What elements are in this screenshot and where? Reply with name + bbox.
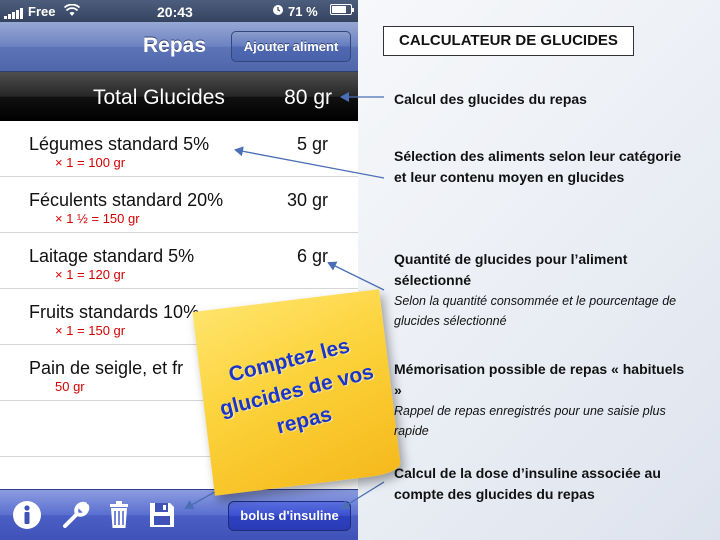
signal-icon: [4, 4, 24, 19]
food-row[interactable]: Laitage standard 5% × 1 = 120 gr 6 gr: [0, 233, 358, 289]
food-carbs: 5 gr: [296, 134, 328, 154]
total-carbs-bar: Total Glucides 80 gr: [0, 72, 358, 121]
battery-icon: [330, 4, 354, 15]
sticky-note-text: Comptez les glucides de vos repas: [200, 324, 393, 457]
food-quantity: × 1 = 100 gr: [55, 155, 126, 170]
food-quantity: × 1 = 120 gr: [55, 267, 126, 282]
annotation-bolus: Calcul de la dose d’insuline associée au…: [394, 463, 704, 505]
food-name: Laitage standard 5%: [29, 246, 195, 266]
bottom-toolbar: bolus d'insuline: [0, 489, 358, 540]
food-row[interactable]: Légumes standard 5% × 1 = 100 gr 5 gr: [0, 121, 358, 177]
food-carbs: 30 gr: [286, 190, 328, 210]
slide-title: CALCULATEUR DE GLUCIDES: [383, 26, 634, 56]
food-name: Pain de seigle, et fr: [29, 358, 184, 378]
total-carbs-label: Total Glucides: [93, 86, 225, 109]
food-quantity: × 1 = 150 gr: [55, 323, 126, 338]
clock-time: 20:43: [157, 4, 193, 20]
annotation-selection: Sélection des aliments selon leur catégo…: [394, 146, 694, 188]
food-quantity: 50 gr: [55, 379, 85, 394]
food-name: Féculents standard 20%: [29, 190, 224, 210]
info-icon[interactable]: [11, 499, 43, 531]
total-carbs-value: 80 gr: [284, 86, 332, 109]
annotation-heading: Mémorisation possible de repas « habitue…: [394, 361, 685, 398]
save-icon[interactable]: [146, 499, 178, 531]
annotation-heading: Calcul des glucides du repas: [394, 91, 587, 107]
wrench-icon[interactable]: [60, 499, 92, 531]
annotation-heading: Sélection des aliments selon leur catégo…: [394, 148, 682, 185]
annotation-heading: Calcul de la dose d’insuline associée au…: [394, 465, 661, 502]
sticky-note: Comptez les glucides de vos repas: [192, 289, 402, 496]
annotation-heading: Quantité de glucides pour l’aliment séle…: [394, 251, 628, 288]
annotation-subtext: Selon la quantité consommée et le pource…: [394, 294, 677, 328]
annotation-memorize: Mémorisation possible de repas « habitue…: [394, 359, 694, 441]
wifi-icon: [63, 3, 81, 20]
annotation-quantity: Quantité de glucides pour l’aliment séle…: [394, 249, 694, 331]
food-quantity: × 1 ½ = 150 gr: [55, 211, 140, 226]
food-row[interactable]: Féculents standard 20% × 1 ½ = 150 gr 30…: [0, 177, 358, 233]
alarm-clock-icon: [272, 4, 284, 19]
carrier-label: Free: [28, 4, 56, 19]
battery-percent: 71 %: [288, 4, 318, 19]
annotation-subtext: Rappel de repas enregistrés pour une sai…: [394, 404, 666, 438]
annotation-total: Calcul des glucides du repas: [394, 89, 694, 110]
food-name: Légumes standard 5%: [29, 134, 210, 154]
navigation-bar: Repas Ajouter aliment: [0, 22, 358, 72]
food-name: Fruits standards 10%: [29, 302, 200, 322]
trash-icon[interactable]: [103, 499, 135, 531]
insulin-bolus-button[interactable]: bolus d'insuline: [228, 501, 351, 531]
food-carbs: 6 gr: [296, 246, 328, 266]
add-food-button[interactable]: Ajouter aliment: [231, 31, 351, 62]
status-bar: Free 20:43 71 %: [0, 0, 358, 22]
